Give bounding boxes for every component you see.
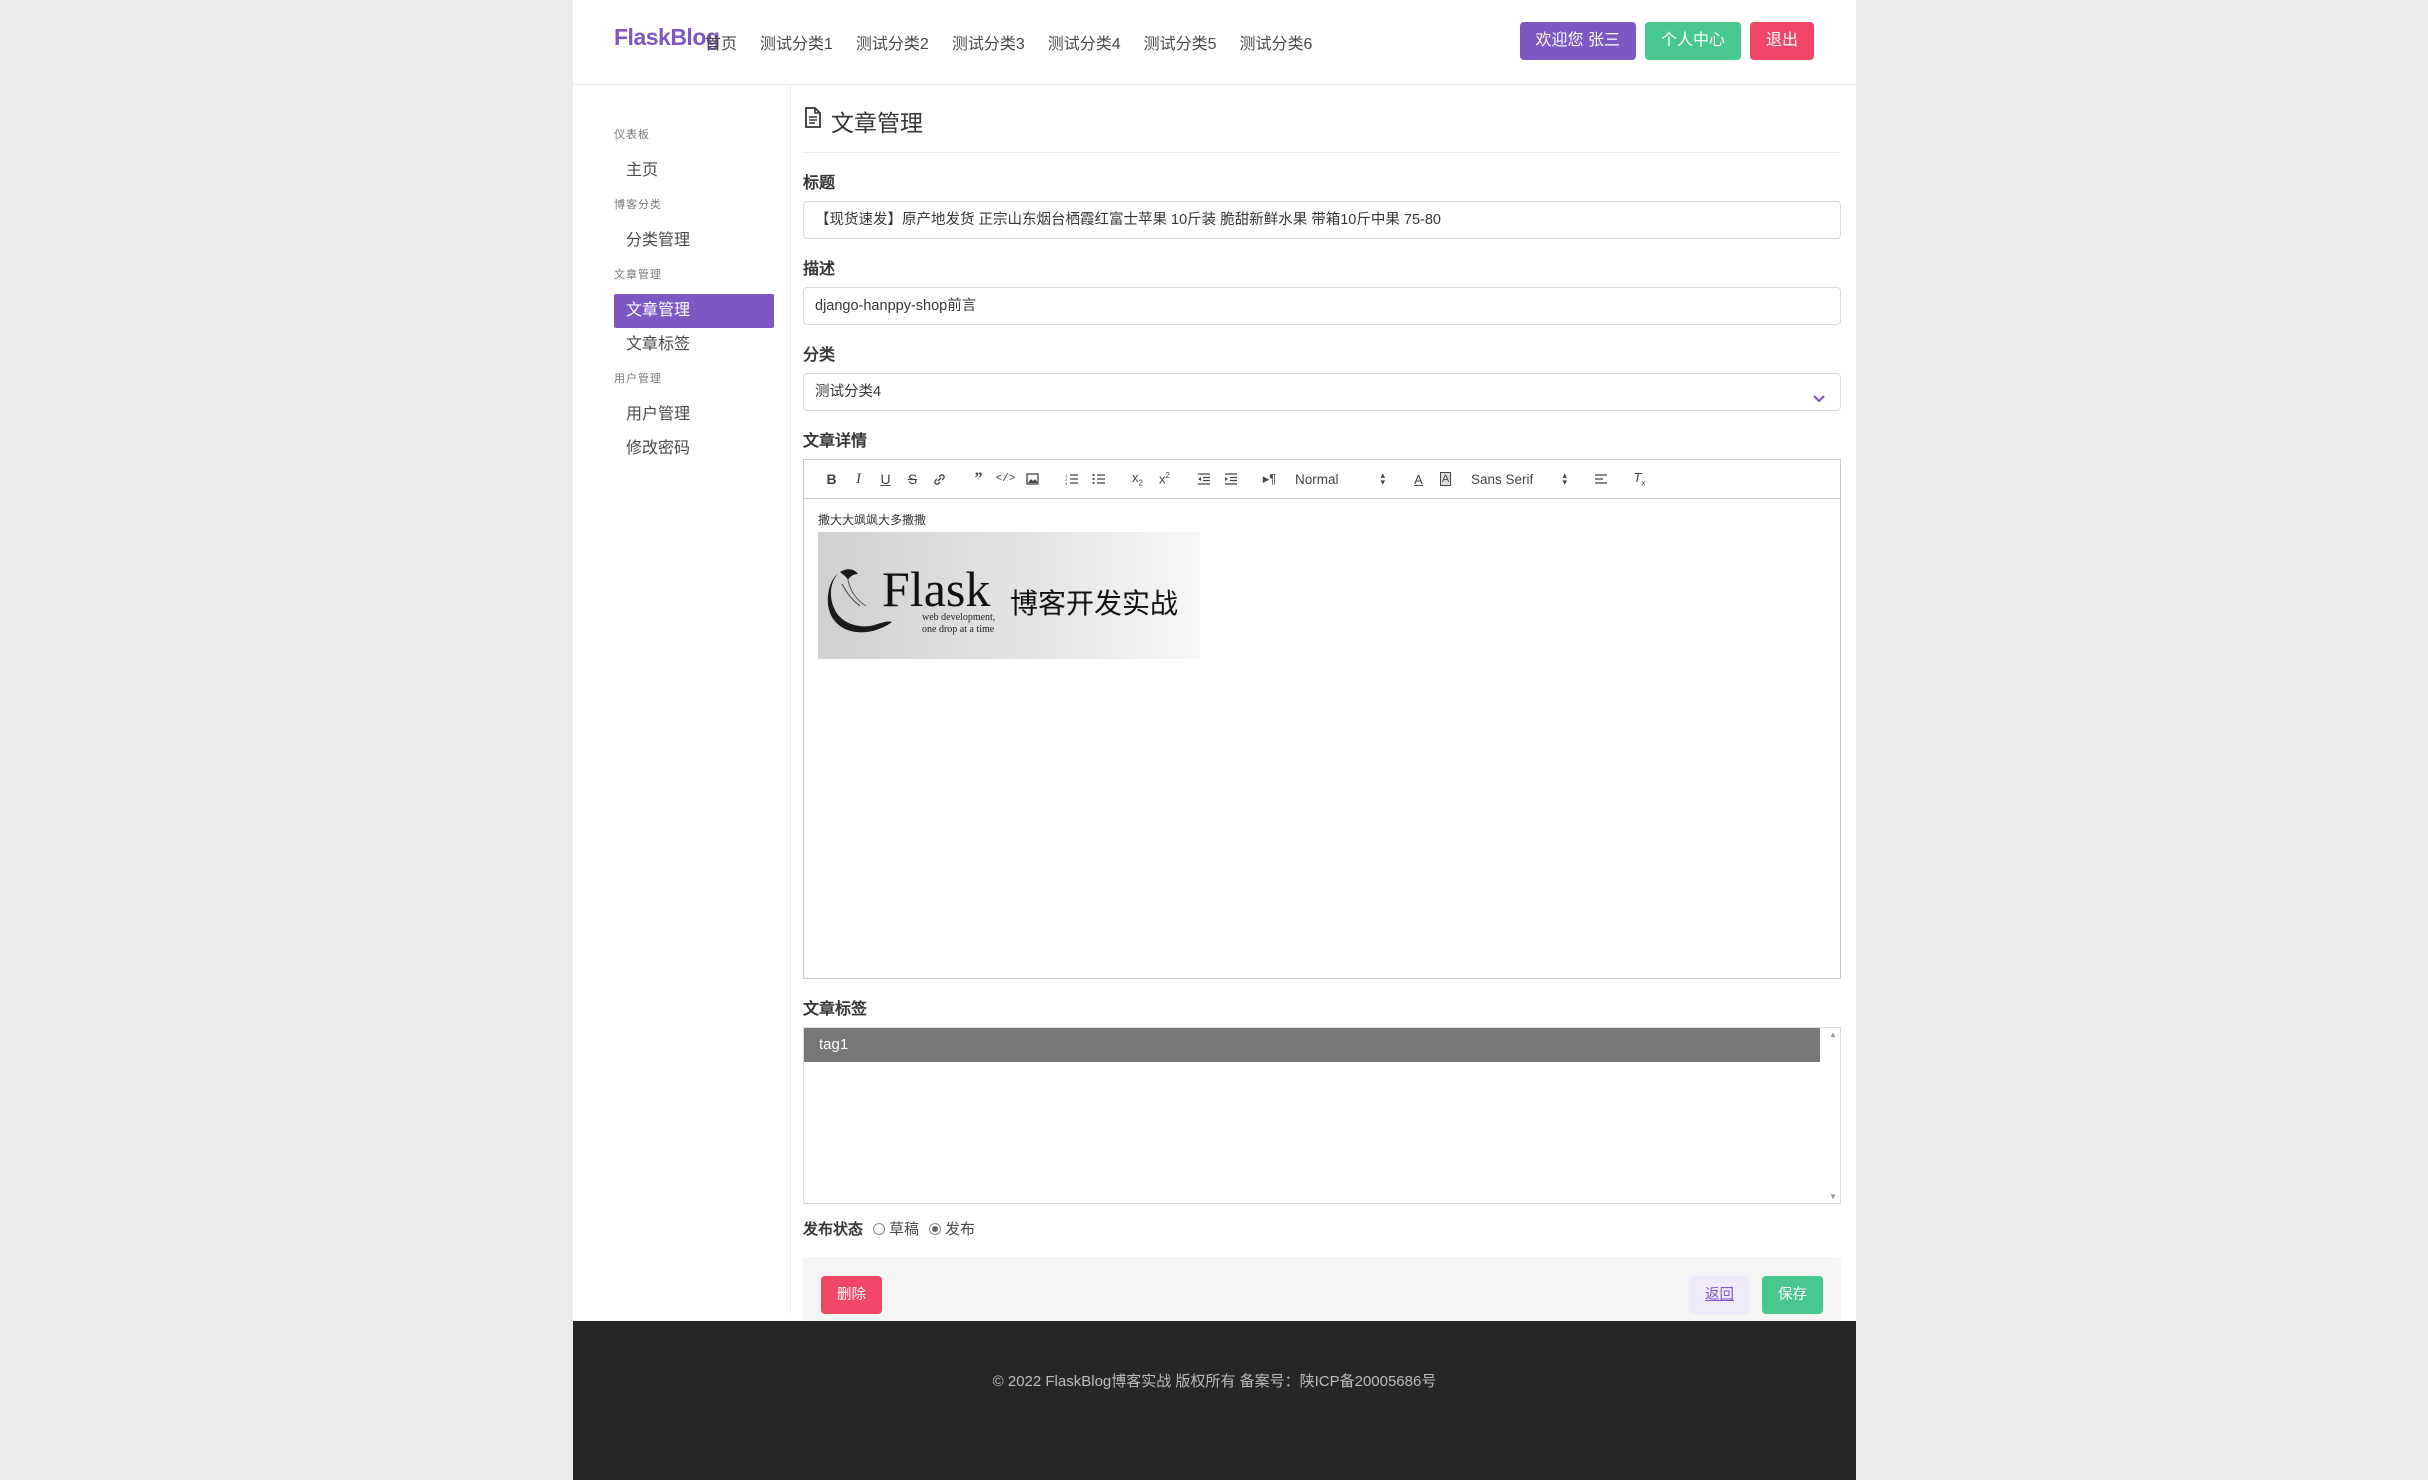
outdent-icon[interactable]	[1190, 473, 1217, 485]
status-radio-publish[interactable]: 发布	[929, 1218, 975, 1239]
save-button[interactable]: 保存	[1762, 1276, 1823, 1314]
superscript-icon[interactable]: x2	[1151, 471, 1178, 486]
sidebar-item-category-management[interactable]: 分类管理	[614, 224, 774, 258]
footer-copyright: © 2022 FlaskBlog博客实战 版权所有 备案号：陕ICP备20005…	[992, 1373, 1437, 1390]
sidebar-item-change-password[interactable]: 修改密码	[614, 432, 774, 466]
logout-button[interactable]: 退出	[1749, 22, 1814, 60]
image-icon[interactable]	[1019, 473, 1046, 485]
sidebar-group-users: 用户管理 用户管理 修改密码	[614, 370, 774, 466]
nav-link-category-4[interactable]: 测试分类4	[1048, 30, 1121, 54]
chevron-down-icon	[1812, 384, 1826, 410]
bullet-list-icon[interactable]	[1085, 473, 1112, 485]
text-color-icon[interactable]: A	[1405, 472, 1432, 487]
tag-option-selected[interactable]: tag1	[804, 1028, 1820, 1062]
rich-text-editor: B I U S ” </> 123 x2 x2 ▸¶ Normal ▴ ▾ A …	[803, 459, 1841, 979]
welcome-button[interactable]: 欢迎您 张三	[1519, 22, 1636, 60]
publish-status-row: 发布状态 草稿 发布	[803, 1218, 1841, 1239]
title-input[interactable]: 【现货速发】原产地发货 正宗山东烟台栖霞红富士苹果 10斤装 脆甜新鲜水果 带箱…	[803, 201, 1841, 239]
updown-icon: ▴ ▾	[1562, 470, 1567, 487]
description-input[interactable]: django-hanppy-shop前言	[803, 287, 1841, 325]
header-select-value: Normal	[1295, 471, 1339, 487]
description-label: 描述	[803, 261, 836, 278]
ordered-list-icon[interactable]: 123	[1058, 473, 1085, 485]
nav-link-category-5[interactable]: 测试分类5	[1144, 30, 1217, 54]
sidebar-divider	[790, 86, 791, 1314]
flask-logo-word: Flask	[882, 561, 991, 617]
sidebar-group-label: 文章管理	[614, 269, 662, 281]
editor-body-text: 撒大大飒飒大多撒撒	[818, 513, 927, 527]
publish-status-label: 发布状态	[803, 1221, 864, 1238]
background-color-icon[interactable]: A	[1432, 472, 1459, 486]
flask-tagline-1: web development,	[922, 612, 996, 623]
listbox-scrollbar[interactable]: ▲ ▼	[1825, 1028, 1840, 1203]
radio-checked-icon[interactable]	[929, 1222, 942, 1235]
scroll-up-icon[interactable]: ▲	[1829, 1030, 1837, 1039]
flask-caption: 博客开发实战	[1010, 587, 1179, 620]
sidebar-group-label: 博客分类	[614, 199, 662, 211]
document-icon	[803, 107, 823, 135]
blockquote-icon[interactable]: ”	[965, 470, 992, 488]
category-label: 分类	[803, 347, 836, 364]
navbar: FlaskBlog 首页 测试分类1 测试分类2 测试分类3 测试分类4 测试分…	[573, 0, 1856, 85]
nav-link-home[interactable]: 首页	[705, 30, 737, 54]
strikethrough-icon[interactable]: S	[899, 471, 926, 487]
sidebar-item-article-management[interactable]: 文章管理	[614, 294, 774, 328]
scroll-down-icon[interactable]: ▼	[1829, 1192, 1837, 1201]
editor-toolbar: B I U S ” </> 123 x2 x2 ▸¶ Normal ▴ ▾ A …	[804, 460, 1840, 499]
text-direction-icon[interactable]: ▸¶	[1256, 471, 1283, 487]
page: FlaskBlog 首页 测试分类1 测试分类2 测试分类3 测试分类4 测试分…	[573, 0, 1856, 1480]
tags-label: 文章标签	[803, 1001, 868, 1018]
code-block-icon[interactable]: </>	[992, 473, 1019, 485]
page-title-text: 文章管理	[831, 110, 923, 136]
editor-body[interactable]: 撒大大飒飒大多撒撒 Flask web development, one dro…	[804, 499, 1840, 671]
italic-icon[interactable]: I	[845, 471, 872, 488]
sidebar-group-label: 用户管理	[614, 373, 662, 385]
tags-listbox[interactable]: tag1 ▲ ▼	[803, 1027, 1841, 1204]
category-select[interactable]: 测试分类4	[803, 373, 1841, 411]
clear-format-icon[interactable]: Tx	[1626, 470, 1653, 488]
font-select-value: Sans Serif	[1471, 471, 1534, 487]
sidebar-group-dashboard: 仪表板 主页	[614, 126, 774, 188]
sidebar: 仪表板 主页 博客分类 分类管理 文章管理 文章管理 文章标签 用户管理 用户管…	[614, 126, 774, 474]
sidebar-item-article-tags[interactable]: 文章标签	[614, 328, 774, 362]
link-icon[interactable]	[926, 473, 953, 486]
header-select[interactable]: Normal ▴ ▾	[1295, 470, 1393, 487]
nav-links: 首页 测试分类1 测试分类2 测试分类3 测试分类4 测试分类5 测试分类6	[705, 30, 1312, 54]
main-content: 文章管理 标题 【现货速发】原产地发货 正宗山东烟台栖霞红富士苹果 10斤装 脆…	[803, 104, 1841, 1333]
flask-banner-image: Flask web development, one drop at a tim…	[818, 532, 1200, 659]
footer: © 2022 FlaskBlog博客实战 版权所有 备案号：陕ICP备20005…	[573, 1321, 1856, 1480]
nav-link-category-6[interactable]: 测试分类6	[1240, 30, 1313, 54]
detail-label: 文章详情	[803, 433, 868, 450]
sidebar-group-categories: 博客分类 分类管理	[614, 196, 774, 258]
profile-button[interactable]: 个人中心	[1644, 22, 1741, 60]
status-publish-label: 发布	[945, 1221, 976, 1238]
svg-text:3: 3	[1065, 481, 1068, 485]
align-icon[interactable]	[1587, 473, 1614, 485]
sidebar-item-user-management[interactable]: 用户管理	[614, 398, 774, 432]
sidebar-item-home[interactable]: 主页	[614, 154, 774, 188]
sidebar-group-label: 仪表板	[614, 129, 650, 141]
nav-link-category-2[interactable]: 测试分类2	[856, 30, 929, 54]
category-select-value: 测试分类4	[815, 384, 882, 400]
radio-icon[interactable]	[873, 1222, 886, 1235]
subscript-icon[interactable]: x2	[1124, 470, 1151, 488]
nav-link-category-3[interactable]: 测试分类3	[952, 30, 1025, 54]
brand-logo[interactable]: FlaskBlog	[614, 24, 720, 51]
bold-icon[interactable]: B	[818, 471, 845, 487]
updown-icon: ▴ ▾	[1380, 470, 1385, 487]
status-radio-draft[interactable]: 草稿	[873, 1218, 919, 1239]
title-label: 标题	[803, 175, 836, 192]
back-button[interactable]: 返回	[1689, 1276, 1750, 1314]
delete-button[interactable]: 删除	[821, 1276, 882, 1314]
flask-tagline-2: one drop at a time	[922, 624, 995, 635]
indent-icon[interactable]	[1217, 473, 1244, 485]
page-title: 文章管理	[803, 104, 1841, 153]
status-draft-label: 草稿	[889, 1221, 920, 1238]
sidebar-group-articles: 文章管理 文章管理 文章标签	[614, 266, 774, 362]
font-select[interactable]: Sans Serif ▴ ▾	[1471, 470, 1575, 487]
nav-link-category-1[interactable]: 测试分类1	[760, 30, 833, 54]
underline-icon[interactable]: U	[872, 471, 899, 487]
nav-buttons: 欢迎您 张三 个人中心 退出	[1519, 22, 1814, 60]
